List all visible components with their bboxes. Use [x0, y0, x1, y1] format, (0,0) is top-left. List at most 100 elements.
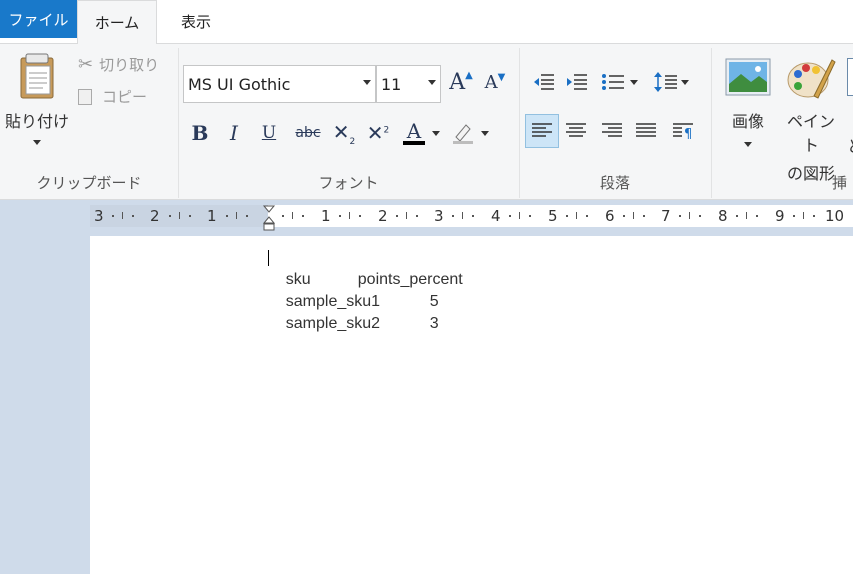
align-left-button[interactable]	[525, 114, 559, 148]
cell-text: sample_sku2	[285, 315, 381, 332]
clipboard-paste-icon	[20, 53, 54, 99]
ruler-dot	[396, 215, 398, 217]
highlighter-icon	[453, 124, 473, 144]
ruler-dot	[472, 215, 474, 217]
font-color-dropdown[interactable]	[430, 117, 442, 149]
justify-icon	[636, 123, 656, 137]
scissors-icon: ✂	[78, 54, 94, 75]
ruler-dot	[793, 215, 795, 217]
image-dropdown-arrow-icon[interactable]	[744, 142, 752, 147]
ruler-tick	[746, 212, 747, 219]
paint-palette-icon	[787, 59, 836, 99]
line-spacing-arrow-icon	[681, 79, 689, 85]
underline-button[interactable]: U	[257, 117, 281, 149]
ruler-number: 3	[434, 207, 444, 225]
ruler-dot	[813, 215, 815, 217]
ruler-tick	[803, 212, 804, 219]
ruler-dot	[699, 215, 701, 217]
ruler-number: 3	[94, 207, 104, 225]
align-right-icon	[602, 123, 622, 137]
ruler-dot	[359, 215, 361, 217]
line-spacing-button[interactable]	[650, 66, 692, 98]
font-color-button[interactable]: A	[400, 117, 428, 149]
ruler-dot	[586, 215, 588, 217]
paste-dropdown-arrow-icon[interactable]	[33, 140, 41, 145]
align-right-button[interactable]	[596, 115, 628, 147]
align-left-icon	[532, 123, 552, 137]
ruler-dot	[132, 215, 134, 217]
ruler-dot	[416, 215, 418, 217]
ruler-tick	[406, 212, 407, 219]
ruler-dot	[643, 215, 645, 217]
italic-button[interactable]: I	[222, 117, 246, 149]
font-size-arrow-icon	[428, 80, 436, 85]
superscript-button[interactable]: ✕2	[364, 117, 392, 149]
decrease-indent-button[interactable]	[528, 66, 560, 98]
font-size-select[interactable]: 11	[376, 65, 441, 103]
tab-home[interactable]: ホーム	[77, 0, 157, 44]
increase-indent-button[interactable]	[561, 66, 593, 98]
grow-font-icon: A▲	[449, 69, 473, 95]
image-label: 画像	[731, 112, 764, 131]
strikethrough-button[interactable]: abc	[292, 117, 324, 149]
font-color-icon: A	[406, 118, 422, 143]
shrink-font-button[interactable]: A▼	[482, 66, 508, 98]
paste-button[interactable]: 貼り付け	[4, 52, 70, 145]
strikethrough-icon: abc	[295, 125, 321, 141]
ruler-dot	[566, 215, 568, 217]
highlight-button[interactable]	[448, 117, 478, 149]
paragraph-settings-button[interactable]: ¶	[667, 115, 699, 147]
shrink-font-icon: A▼	[484, 71, 506, 93]
ruler-tick	[689, 212, 690, 219]
ruler-number: 2	[378, 207, 388, 225]
ruler-dot	[169, 215, 171, 217]
ruler-dot	[736, 215, 738, 217]
ribbon: 貼り付け ✂ 切り取り コピー クリップボード MS UI Gothic 11 …	[0, 43, 853, 200]
align-center-icon	[566, 123, 586, 137]
indent-marker-icon[interactable]	[262, 205, 276, 231]
font-family-value: MS UI Gothic	[188, 74, 291, 94]
ruler-number: 1	[207, 207, 217, 225]
highlight-dropdown[interactable]	[479, 117, 491, 149]
font-family-select[interactable]: MS UI Gothic	[183, 65, 376, 103]
ruler-dot	[302, 215, 304, 217]
justify-button[interactable]	[630, 115, 662, 147]
ruler-number: 9	[775, 207, 785, 225]
decrease-indent-icon	[534, 74, 554, 90]
document-line[interactable]: sample_sku2	[268, 297, 380, 351]
ruler-dot	[282, 215, 284, 217]
ruler-tick	[462, 212, 463, 219]
highlight-arrow-icon	[481, 130, 489, 136]
ruler-dot	[623, 215, 625, 217]
line-spacing-icon	[654, 72, 677, 92]
group-divider	[711, 48, 712, 198]
ruler-number: 2	[150, 207, 160, 225]
ruler-dot	[226, 215, 228, 217]
tab-view[interactable]: 表示	[165, 0, 227, 43]
subscript-button[interactable]: ✕2	[330, 117, 358, 149]
ruler-number: 8	[718, 207, 728, 225]
ruler-dot	[339, 215, 341, 217]
copy-label: コピー	[102, 88, 148, 106]
bold-button[interactable]: B	[188, 117, 212, 149]
ruler-tick	[236, 212, 237, 219]
ruler[interactable]: 3 2 1 1 2 3 4 5 6 7 8 9 10	[90, 205, 853, 231]
bullet-list-button[interactable]	[596, 66, 642, 98]
font-group-label: フォント	[318, 174, 379, 192]
insert-partial-button-icon[interactable]	[847, 58, 853, 96]
image-button[interactable]: 画像	[722, 58, 774, 147]
align-center-button[interactable]	[560, 115, 592, 147]
font-color-arrow-icon	[432, 130, 440, 136]
tab-file[interactable]: ファイル	[0, 0, 77, 38]
copy-button[interactable]: コピー	[78, 86, 147, 107]
grow-font-button[interactable]: A▲	[448, 66, 474, 98]
paste-label: 貼り付け	[4, 112, 69, 131]
cut-button[interactable]: ✂ 切り取り	[78, 54, 159, 75]
paint-drawing-button[interactable]: ペイント の図形	[780, 56, 842, 184]
clipboard-group-label: クリップボード	[36, 174, 142, 192]
document-line[interactable]: 3	[412, 297, 439, 351]
ruler-tick	[633, 212, 634, 219]
ruler-number: 7	[661, 207, 671, 225]
document-page[interactable]: sku points_percent sample_sku1 5 sample_…	[90, 236, 853, 574]
superscript-icon: ✕2	[366, 121, 390, 145]
